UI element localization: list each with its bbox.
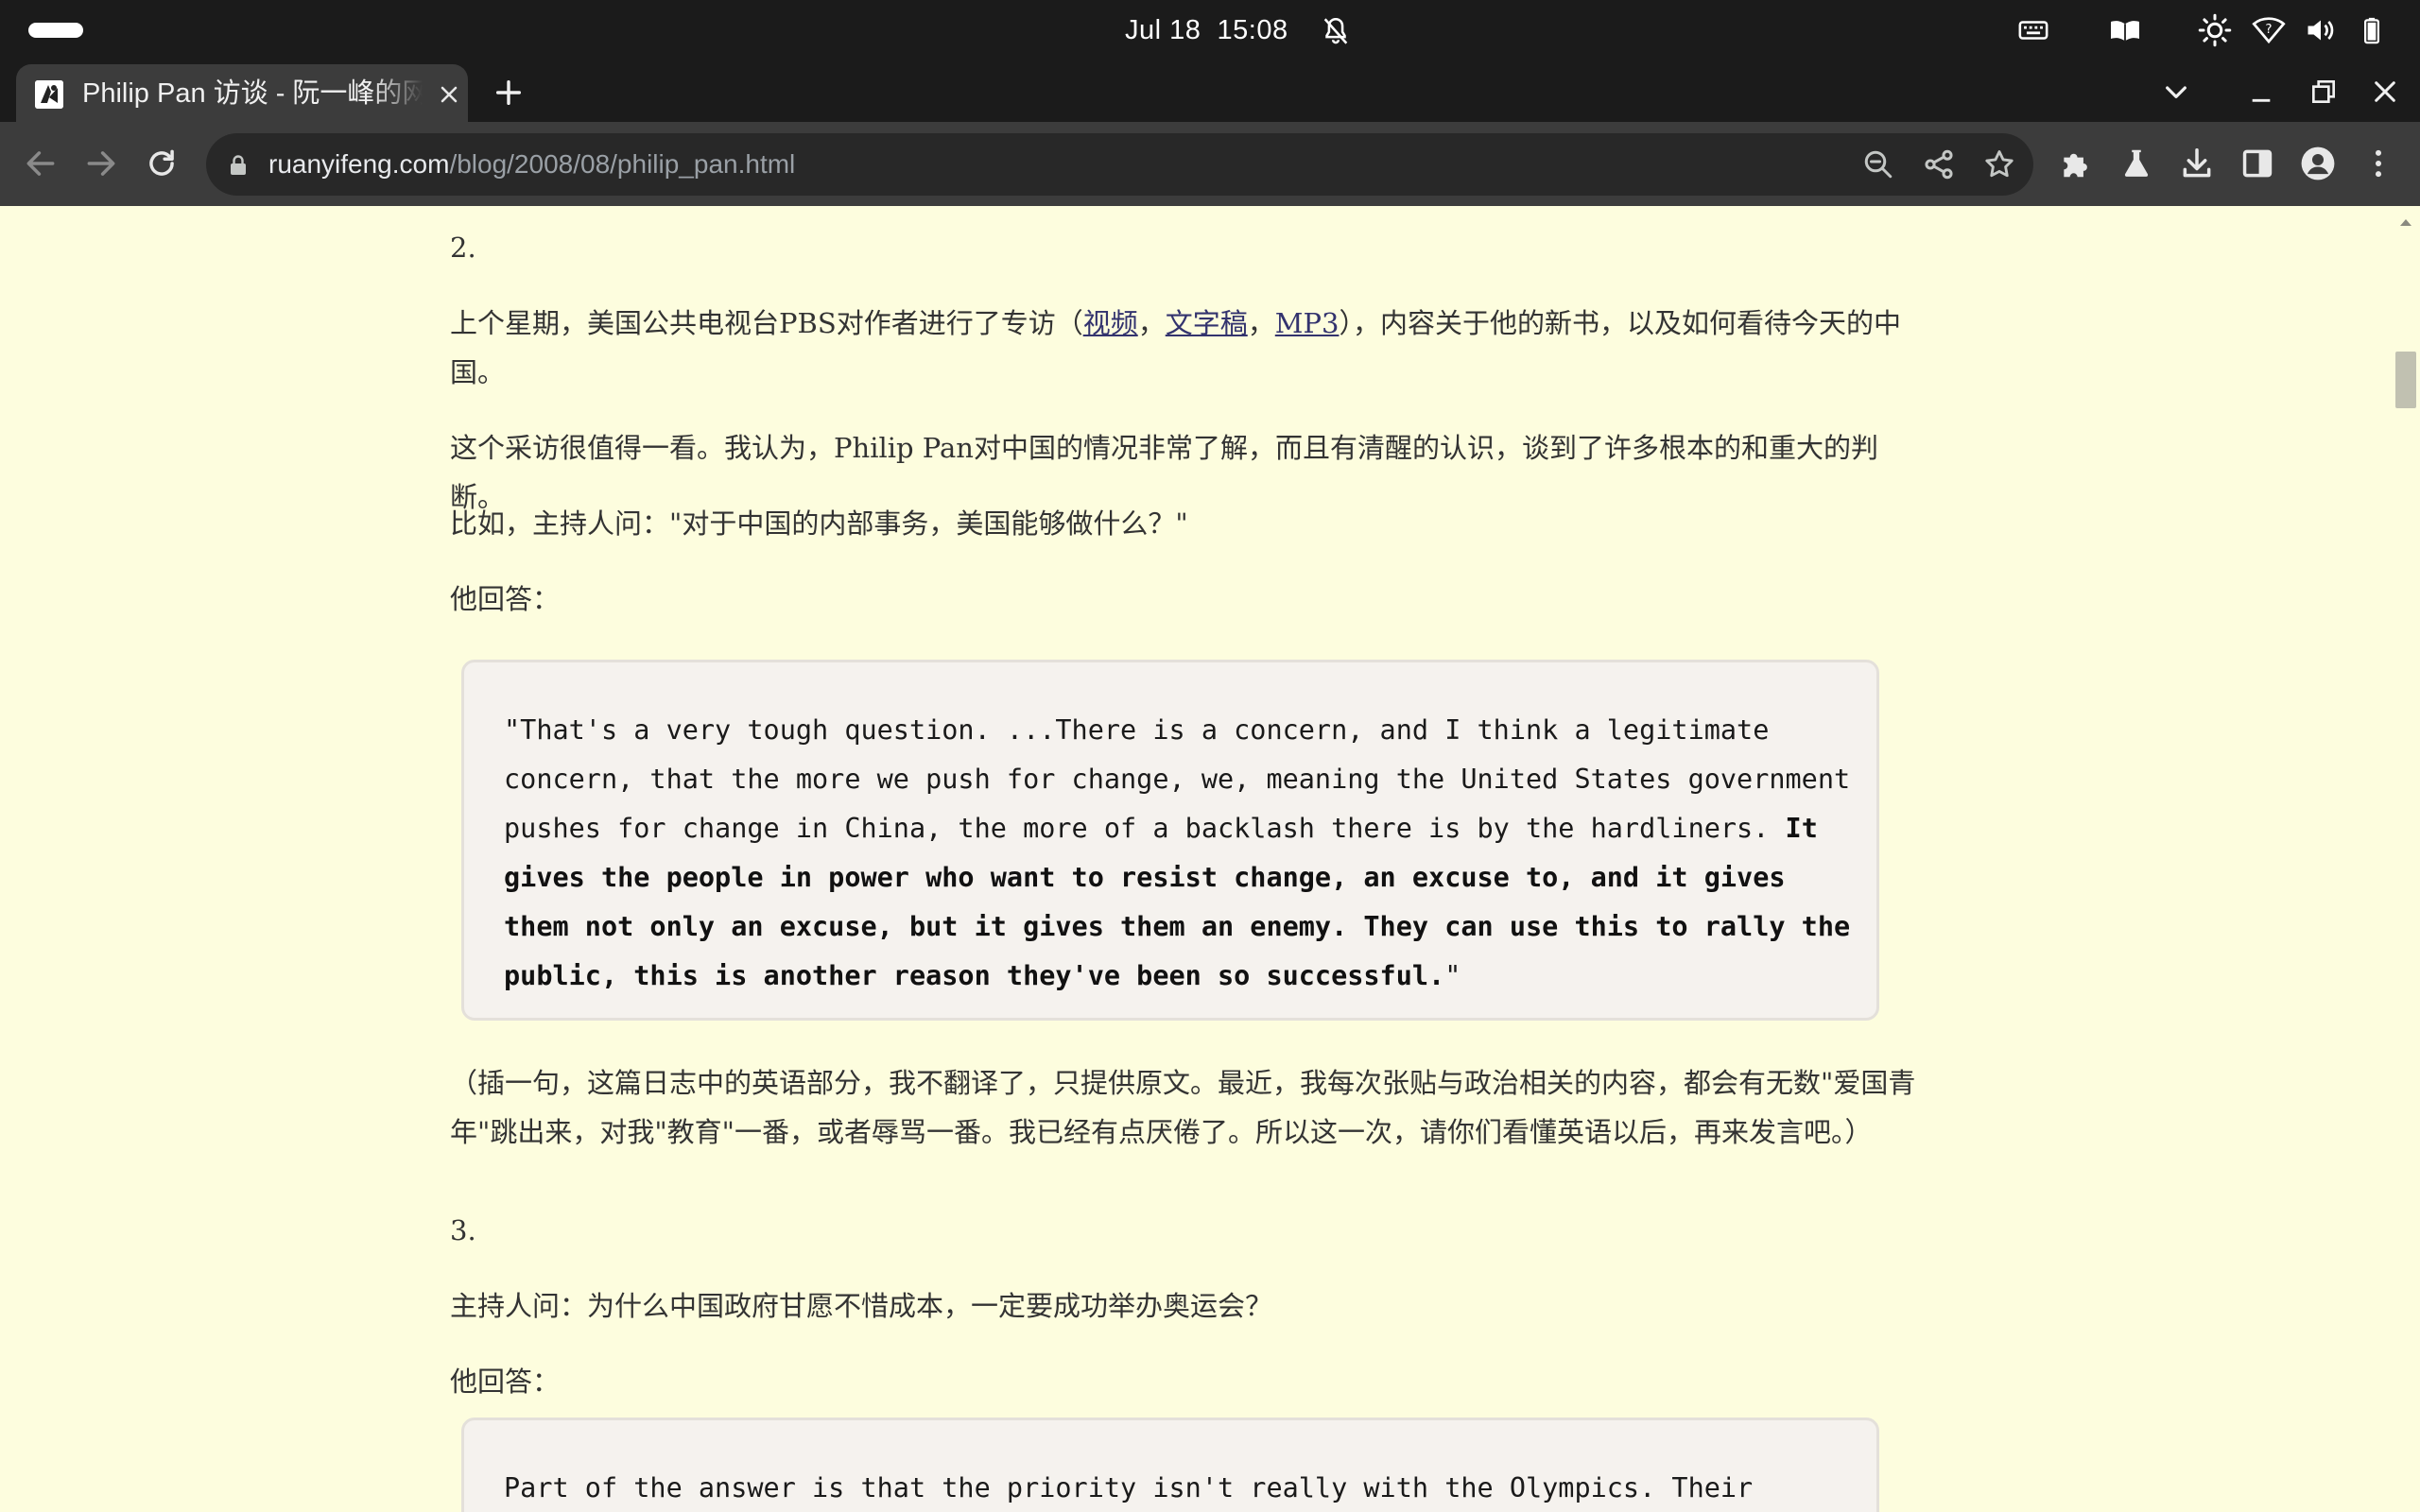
reader-icon[interactable] <box>2108 13 2142 47</box>
close-window-icon[interactable] <box>2370 77 2400 107</box>
section-2-label: 2. <box>450 232 476 264</box>
extensions-puzzle-icon[interactable] <box>2058 146 2094 181</box>
quote1-plain-text: "That's a very tough question. ...There … <box>504 714 1851 844</box>
volume-icon[interactable] <box>2304 13 2338 47</box>
tab-title: Philip Pan 访谈 - 阮一峰的网络日志 <box>82 78 423 109</box>
url-path: /blog/2008/08/philip_pan.html <box>449 149 796 179</box>
zoom-out-icon[interactable] <box>1861 147 1895 181</box>
blockquote-answer-2: Part of the answer is that the priority … <box>461 1418 1879 1512</box>
download-icon[interactable] <box>2179 146 2215 181</box>
back-arrow-icon[interactable] <box>23 146 59 181</box>
new-tab-plus-icon[interactable] <box>493 77 525 109</box>
paragraph-host-question: 比如，主持人问："对于中国的内部事务，美国能够做什么？" <box>450 507 1188 540</box>
keyboard-icon[interactable] <box>2017 13 2049 47</box>
activities-pill[interactable] <box>28 23 83 38</box>
svg-text:?: ? <box>2265 22 2272 37</box>
brightness-icon[interactable] <box>2198 13 2232 47</box>
video-link[interactable]: 视频 <box>1083 307 1138 339</box>
side-panel-icon[interactable] <box>2239 146 2275 181</box>
system-clock[interactable]: Jul 18 15:08 <box>1125 11 1288 49</box>
scroll-up-arrow-icon[interactable] <box>2399 217 2412 227</box>
tab-active[interactable]: Philip Pan 访谈 - 阮一峰的网络日志 <box>16 64 468 122</box>
address-bar[interactable]: ruanyifeng.com/blog/2008/08/philip_pan.h… <box>206 133 2033 196</box>
more-menu-icon[interactable] <box>2360 146 2396 181</box>
quote1-closing-quote: " <box>1444 960 1461 991</box>
paragraph-he-answered-2: 他回答： <box>450 1366 561 1398</box>
transcript-link[interactable]: 文字稿 <box>1166 307 1248 339</box>
p1-sep-1: ， <box>1137 307 1166 339</box>
restore-window-icon[interactable] <box>2308 77 2339 107</box>
system-date: Jul 18 <box>1125 15 1201 45</box>
minimize-window-icon[interactable] <box>2246 77 2276 107</box>
p1-text-before: 上个星期，美国公共电视台PBS对作者进行了专访（ <box>450 307 1083 339</box>
lock-icon[interactable] <box>229 154 248 177</box>
browser-toolbar: ruanyifeng.com/blog/2008/08/philip_pan.h… <box>0 122 2420 206</box>
scrollbar-thumb[interactable] <box>2395 352 2416 408</box>
tab-strip: Philip Pan 访谈 - 阮一峰的网络日志 <box>0 60 2420 122</box>
paragraph-pbs-interview: 上个星期，美国公共电视台PBS对作者进行了专访（视频，文字稿，MP3），内容关于… <box>450 299 1925 397</box>
mp3-link[interactable]: MP3 <box>1275 307 1340 339</box>
tab-close-icon[interactable] <box>438 83 460 106</box>
section-3-label: 3. <box>450 1214 476 1246</box>
p1-sep-2: ， <box>1247 307 1275 339</box>
quote2-plain-text: Part of the answer is that the priority … <box>504 1472 1754 1503</box>
share-icon[interactable] <box>1922 147 1956 181</box>
battery-icon[interactable] <box>2358 13 2386 47</box>
system-top-bar: Jul 18 15:08 ? <box>0 0 2420 60</box>
paragraph-he-answered: 他回答： <box>450 583 561 615</box>
bell-muted-icon[interactable] <box>1320 15 1352 47</box>
page-viewport: 2. 上个星期，美国公共电视台PBS对作者进行了专访（视频，文字稿，MP3），内… <box>0 206 2420 1512</box>
blockquote-answer-1: "That's a very tough question. ...There … <box>461 660 1879 1021</box>
profile-avatar-icon[interactable] <box>2300 146 2336 181</box>
system-time: 15:08 <box>1217 15 1288 45</box>
labs-flask-icon[interactable] <box>2118 146 2154 181</box>
paragraph-aside-note: （插一句，这篇日志中的英语部分，我不翻译了，只提供原文。最近，我每次张贴与政治相… <box>450 1067 1916 1148</box>
reload-icon[interactable] <box>144 146 180 181</box>
url-text[interactable]: ruanyifeng.com/blog/2008/08/philip_pan.h… <box>268 146 795 182</box>
forward-arrow-icon[interactable] <box>83 146 119 181</box>
tab-search-chevron-down-icon[interactable] <box>2161 77 2191 107</box>
paragraph-olympics-question: 主持人问：为什么中国政府甘愿不惜成本，一定要成功举办奥运会？ <box>450 1290 1273 1322</box>
page-scrollbar[interactable] <box>2392 206 2420 1512</box>
bookmark-star-icon[interactable] <box>1982 147 2016 181</box>
site-favicon-icon <box>35 80 63 109</box>
wifi-icon[interactable]: ? <box>2252 13 2286 47</box>
url-host: ruanyifeng.com <box>268 149 450 179</box>
